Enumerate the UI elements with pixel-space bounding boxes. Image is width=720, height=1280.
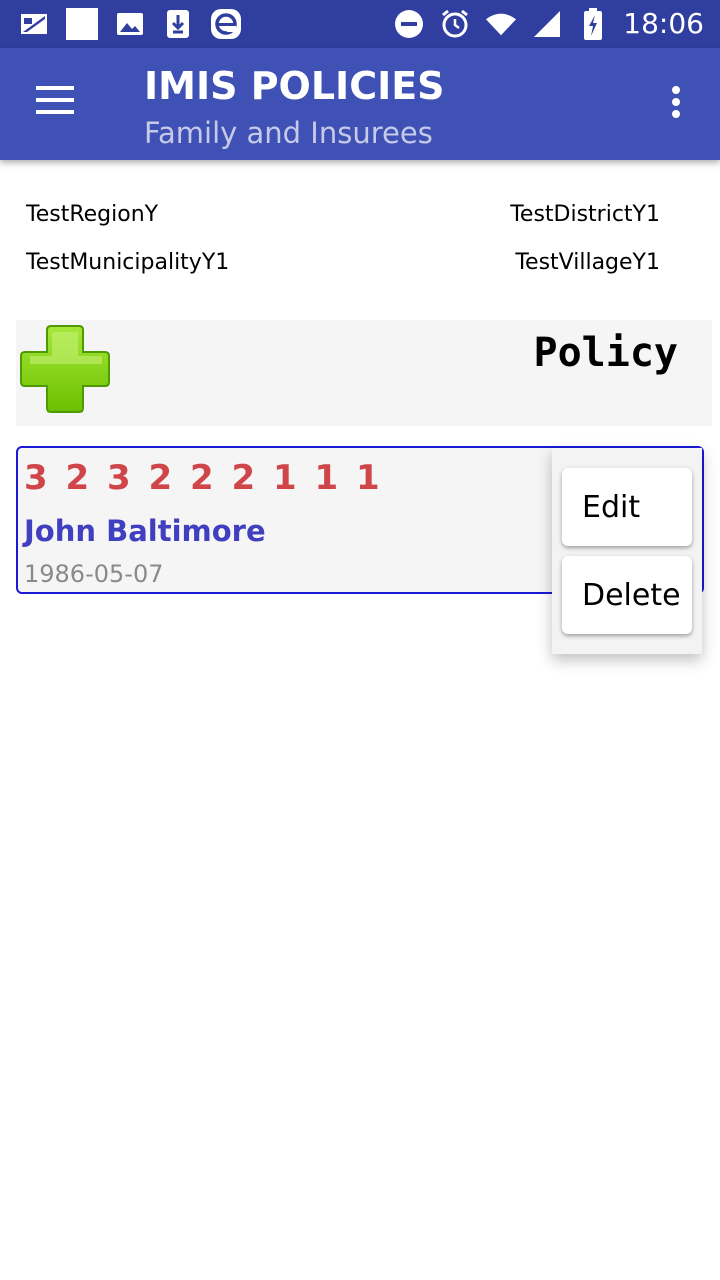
more-vertical-icon[interactable] [664,86,688,126]
municipality-label: TestMunicipalityY1 [26,250,230,275]
do-not-disturb-icon [393,8,425,40]
battery-charging-icon [577,8,609,40]
village-label: TestVillageY1 [515,250,660,275]
download-icon [162,8,194,40]
app-subtitle: Family and Insurees [144,116,433,150]
status-bar-notifications [18,8,242,40]
app-title: IMIS POLICIES [144,64,445,108]
edit-button[interactable]: Edit [562,468,692,546]
square-icon [66,8,98,40]
region-label: TestRegionY [26,202,159,227]
insuree-number: 3 2 3 2 2 2 1 1 1 [24,458,383,498]
e-icon [210,8,242,40]
policy-label: Policy [533,330,679,376]
image-icon [114,8,146,40]
status-bar-system: 18:06 [393,6,704,42]
policy-header: Policy [16,320,712,426]
wifi-icon [485,8,517,40]
delete-button[interactable]: Delete [562,556,692,634]
cell-signal-icon [531,8,563,40]
app-toolbar: IMIS POLICIES Family and Insurees [0,48,720,160]
district-label: TestDistrictY1 [510,202,660,227]
insuree-dob: 1986-05-07 [24,560,164,588]
hamburger-menu-icon[interactable] [36,86,76,122]
status-bar: 18:06 [0,0,720,48]
sim-card-icon [18,8,50,40]
insuree-name: John Baltimore [24,514,266,548]
alarm-icon [439,8,471,40]
green-plus-icon[interactable] [20,324,110,414]
context-menu: Edit Delete [552,448,702,654]
status-time: 18:06 [623,7,704,40]
